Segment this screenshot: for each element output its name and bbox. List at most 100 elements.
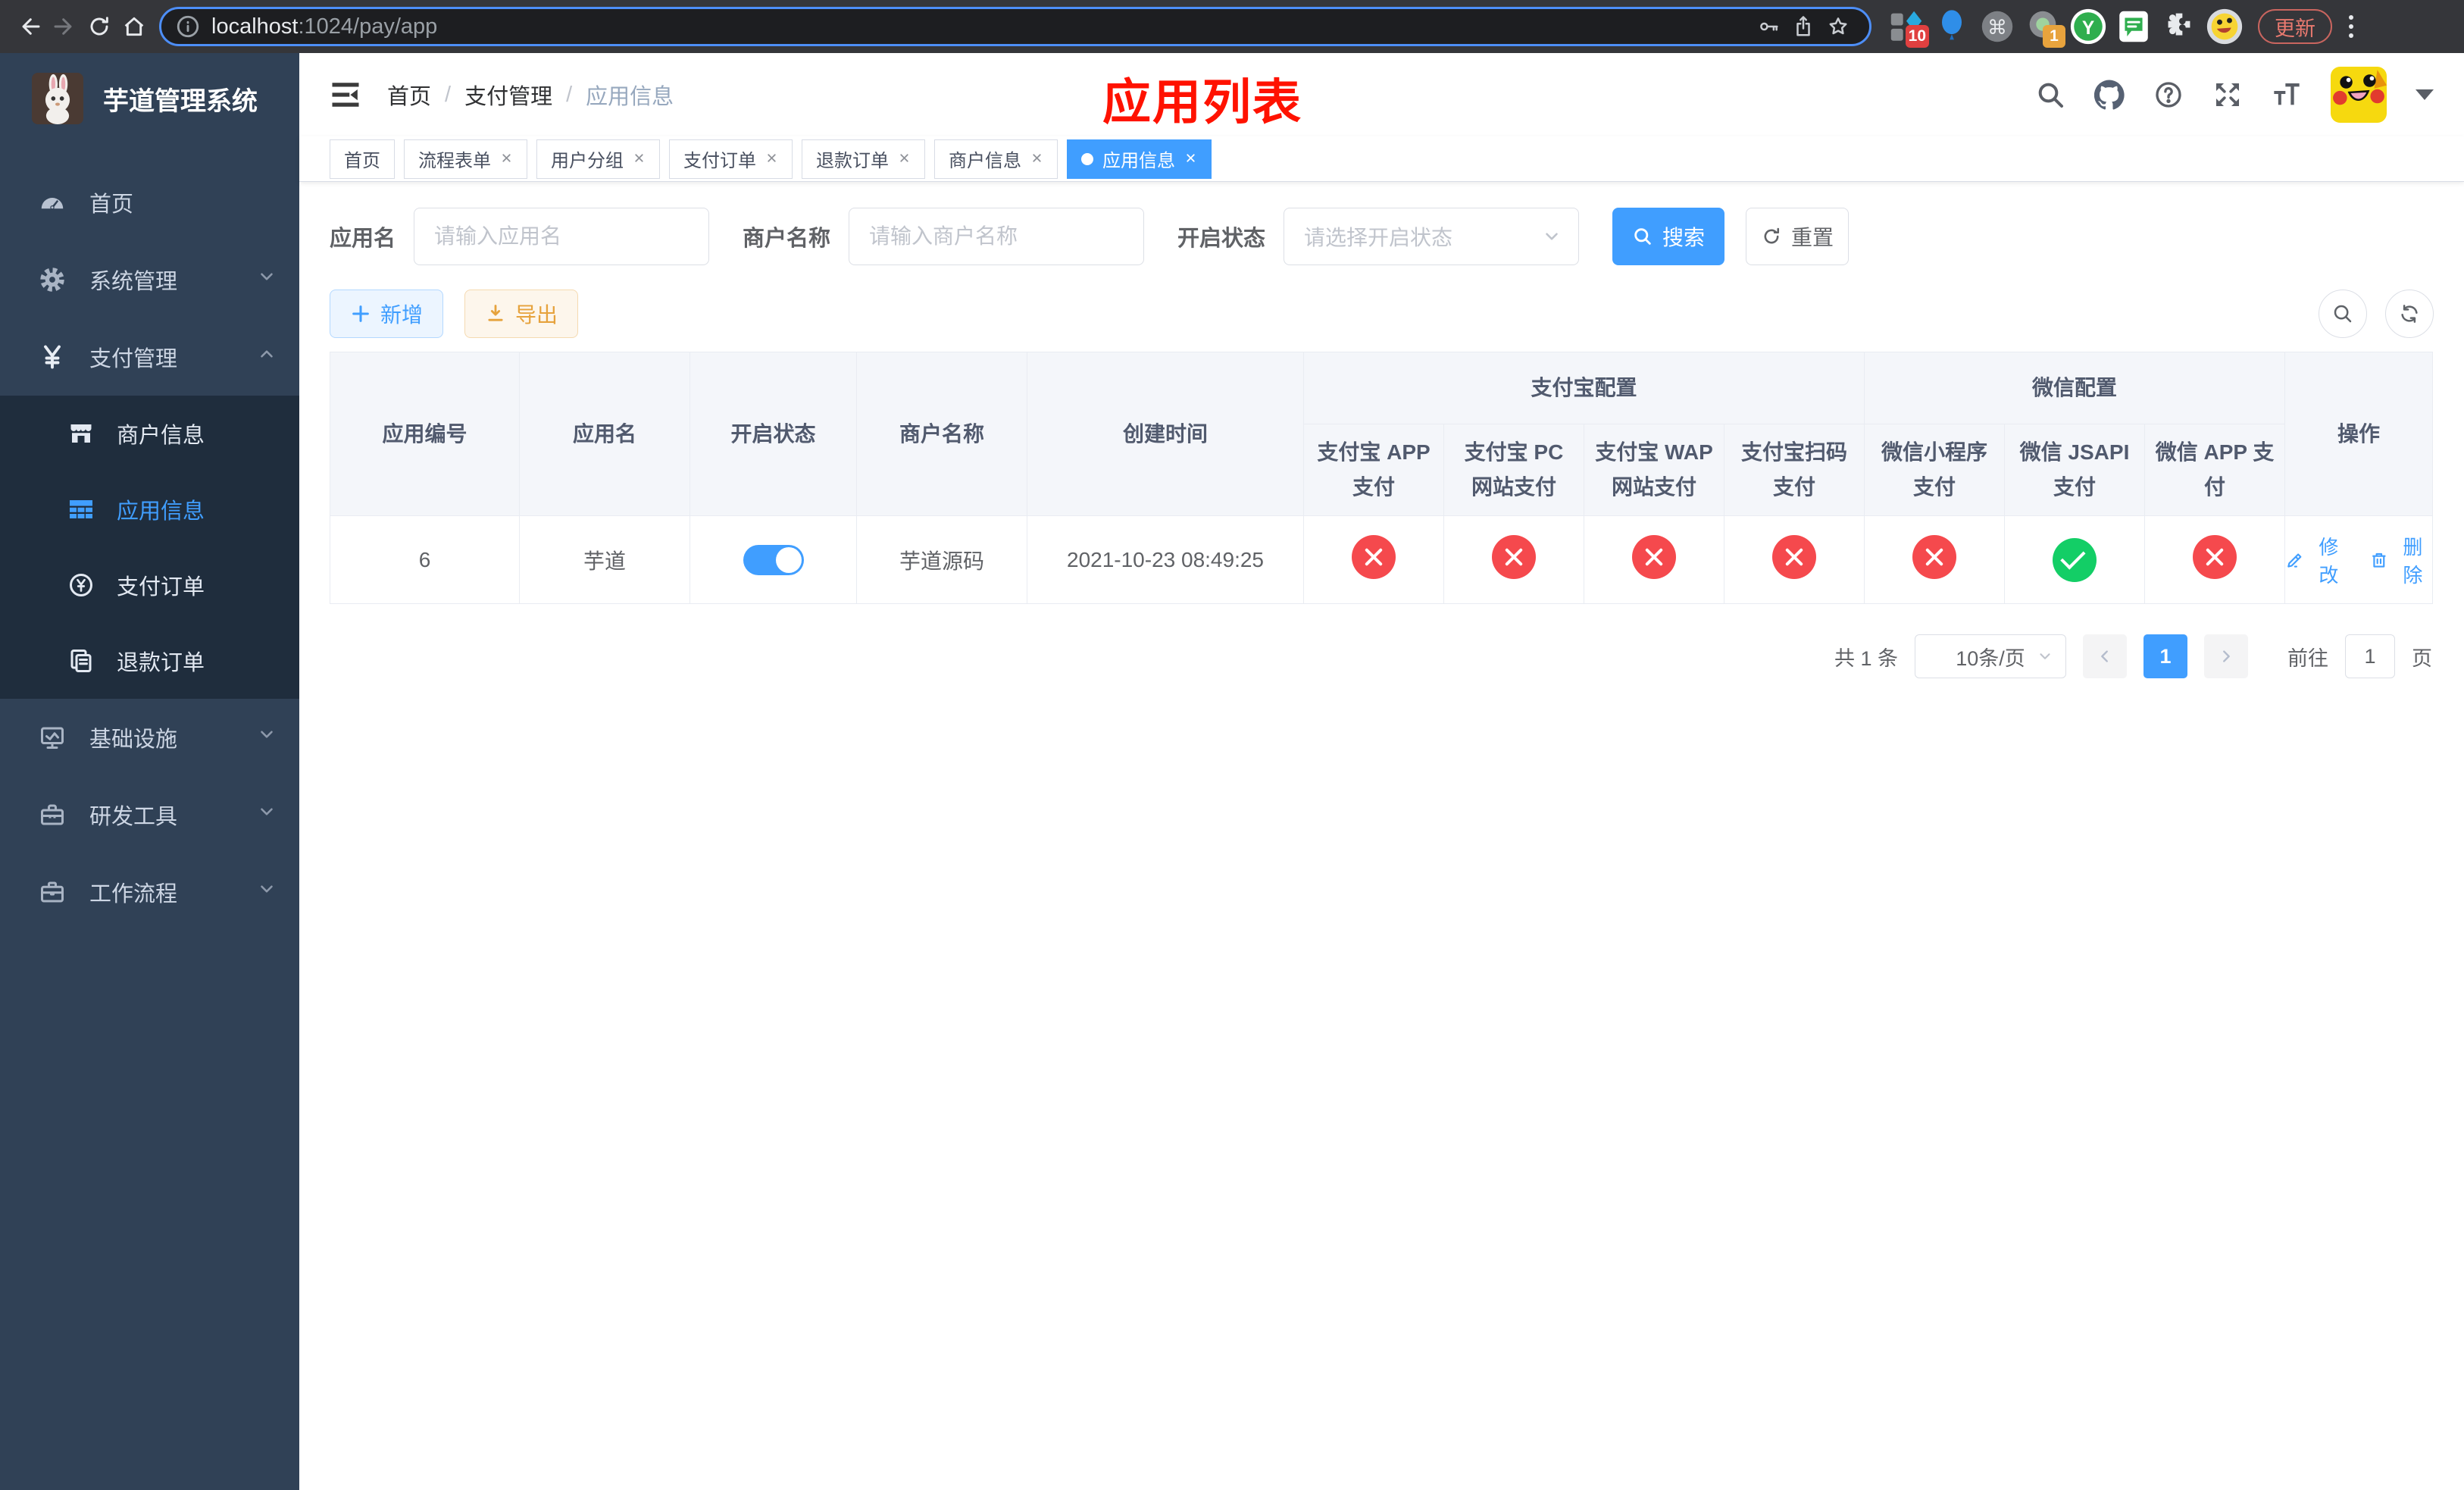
cell-app-name: 芋道 — [519, 515, 690, 605]
address-bar[interactable]: localhost:1024/pay/app — [159, 7, 1871, 46]
navbar: 首页 / 支付管理 / 应用信息 应用列表 — [299, 53, 2464, 136]
sidebar-item-label: 退款订单 — [117, 651, 205, 675]
status-cross-icon — [1632, 535, 1676, 580]
close-icon[interactable] — [1184, 149, 1197, 170]
close-icon[interactable] — [1030, 149, 1043, 170]
browser-reload-icon[interactable] — [82, 9, 117, 44]
sidebar-item-infrastructure[interactable]: 基础设施 — [0, 699, 299, 776]
next-page-button[interactable] — [2204, 634, 2248, 679]
cell-merchant: 芋道源码 — [856, 515, 1027, 605]
page-size-select[interactable]: 10条/页 — [1915, 634, 2066, 679]
filter-form: 应用名 商户名称 开启状态 请选择开启状态 搜索 重置 — [299, 182, 2464, 265]
sidebar-item-refund-orders[interactable]: 退款订单 — [0, 623, 299, 699]
reset-button[interactable]: 重置 — [1746, 208, 1850, 265]
extension-chat-icon[interactable] — [2114, 7, 2153, 46]
status-cross-icon — [1352, 535, 1396, 580]
cell-status — [689, 515, 857, 605]
browser-update-button[interactable]: 更新 — [2258, 9, 2332, 44]
tag-merchant-info[interactable]: 商户信息 — [934, 139, 1058, 179]
chevron-left-icon — [2101, 650, 2108, 662]
toggle-search-button[interactable] — [2319, 290, 2367, 338]
sidebar: 芋道管理系统 首页 系统管理 支付管理 商户信息 应用信息 支付订单 退款订单 … — [0, 53, 299, 1490]
apps-table: 应用编号 应用名 开启状态 商户名称 创建时间 支付宝配置 微信配置 操作 支付… — [330, 351, 2434, 605]
trash-icon — [2372, 552, 2386, 568]
site-info-icon[interactable] — [175, 14, 201, 39]
breadcrumb-payment[interactable]: 支付管理 — [464, 79, 552, 111]
browser-home-icon[interactable] — [117, 9, 152, 44]
tag-process-form[interactable]: 流程表单 — [404, 139, 527, 179]
close-icon[interactable] — [898, 149, 911, 170]
sidebar-item-pay-orders[interactable]: 支付订单 — [0, 547, 299, 623]
cell-alipay-pc — [1443, 515, 1584, 605]
font-size-icon[interactable] — [2272, 80, 2302, 110]
fullscreen-icon[interactable] — [2212, 80, 2243, 110]
goto-page-input[interactable] — [2345, 634, 2395, 679]
github-icon[interactable] — [2094, 80, 2125, 110]
sidebar-item-workflow[interactable]: 工作流程 — [0, 853, 299, 931]
browser-menu-icon[interactable] — [2349, 15, 2353, 38]
sidebar-item-merchant-info[interactable]: 商户信息 — [0, 396, 299, 471]
export-button[interactable]: 导出 — [464, 290, 578, 338]
chevron-right-icon — [2223, 650, 2230, 662]
download-icon — [488, 305, 503, 321]
extension-tab-manager-icon[interactable]: 1 — [2023, 7, 2065, 48]
pagination: 共 1 条 10条/页 1 前往 页 — [299, 604, 2464, 679]
tag-pay-orders[interactable]: 支付订单 — [669, 139, 793, 179]
sidebar-item-app-info[interactable]: 应用信息 — [0, 471, 299, 547]
close-icon[interactable] — [765, 149, 778, 170]
sidebar-item-system[interactable]: 系统管理 — [0, 241, 299, 318]
prev-page-button[interactable] — [2083, 634, 2127, 679]
cell-alipay-qr — [1723, 515, 1865, 605]
col-alipay-qr: 支付宝扫码支付 — [1723, 423, 1865, 517]
sidebar-item-label: 支付管理 — [89, 347, 178, 371]
extensions-row: 10 ⌘ 1 Y 更新 — [1887, 7, 2353, 48]
breadcrumb-home[interactable]: 首页 — [387, 79, 431, 111]
extension-sketch-icon[interactable]: 10 — [1887, 7, 1929, 48]
logo-row[interactable]: 芋道管理系统 — [0, 53, 299, 144]
search-button[interactable]: 搜索 — [1612, 208, 1725, 265]
status-select[interactable]: 请选择开启状态 — [1284, 208, 1580, 265]
extension-command-icon[interactable]: ⌘ — [1978, 7, 2017, 46]
app-name-input[interactable] — [414, 208, 710, 265]
edit-link[interactable]: 修改 — [2285, 532, 2348, 588]
close-icon[interactable] — [633, 149, 646, 170]
sidebar-item-label: 商户信息 — [117, 424, 205, 448]
refresh-table-button[interactable] — [2385, 290, 2434, 338]
status-cross-icon — [1912, 535, 1957, 580]
header-search-icon[interactable] — [2035, 80, 2065, 110]
page-annotation: 应用列表 — [1102, 75, 1302, 130]
merchant-name-input[interactable] — [849, 208, 1145, 265]
page-number-current[interactable]: 1 — [2143, 634, 2187, 679]
browser-forward-icon[interactable] — [47, 9, 82, 44]
help-icon[interactable] — [2153, 80, 2184, 110]
tag-app-info[interactable]: 应用信息 — [1067, 139, 1212, 179]
profile-avatar-icon[interactable] — [2205, 7, 2244, 46]
sidebar-collapse-icon[interactable] — [330, 79, 361, 111]
sidebar-item-home[interactable]: 首页 — [0, 164, 299, 241]
add-button[interactable]: 新增 — [330, 290, 443, 338]
tag-home[interactable]: 首页 — [330, 139, 395, 179]
tag-refund-orders[interactable]: 退款订单 — [802, 139, 925, 179]
password-key-icon[interactable] — [1751, 9, 1786, 44]
share-icon[interactable] — [1786, 9, 1821, 44]
url-text[interactable]: localhost:1024/pay/app — [211, 14, 437, 39]
sidebar-item-payment[interactable]: 支付管理 — [0, 318, 299, 396]
chevron-down-icon — [2040, 653, 2050, 660]
browser-back-icon[interactable] — [12, 9, 47, 44]
col-alipay-pc: 支付宝 PC 网站支付 — [1443, 423, 1584, 517]
enabled-toggle[interactable] — [743, 544, 804, 575]
avatar-caret-icon[interactable] — [2416, 89, 2434, 100]
tag-user-group[interactable]: 用户分组 — [536, 139, 660, 179]
app-title: 芋道管理系统 — [103, 86, 258, 116]
cell-wx-app — [2144, 515, 2286, 605]
delete-link[interactable]: 删除 — [2369, 532, 2432, 588]
grid-icon — [65, 496, 97, 523]
extension-balloon-icon[interactable] — [1932, 7, 1972, 46]
extension-y-icon[interactable]: Y — [2068, 7, 2108, 46]
cell-alipay-wap — [1584, 515, 1724, 605]
user-avatar[interactable] — [2331, 67, 2387, 123]
sidebar-item-dev-tools[interactable]: 研发工具 — [0, 776, 299, 853]
bookmark-star-icon[interactable] — [1821, 9, 1856, 44]
close-icon[interactable] — [500, 149, 513, 170]
extensions-puzzle-icon[interactable] — [2159, 7, 2199, 46]
